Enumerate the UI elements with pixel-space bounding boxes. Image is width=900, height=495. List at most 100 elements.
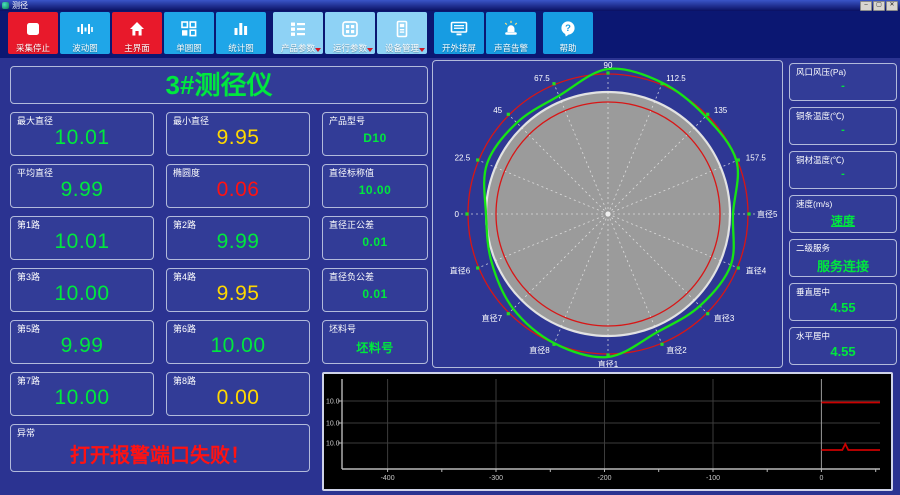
angle-label: 90 (604, 61, 613, 70)
cell-label: 直径正公差 (329, 220, 375, 230)
measurement-cell-直径正公差: 直径正公差 0.01 (322, 216, 428, 260)
cell-value: 坯料号 (356, 341, 394, 355)
status-value: 服务连接 (816, 259, 869, 274)
polar-chart-panel: 0 22.5 45 67.5 90 112.5 135 157.5 直径5 直径4 直径3 直径2 直径… (432, 60, 783, 369)
toolbar-button-label: 帮助 (559, 43, 577, 53)
close-button[interactable]: ✕ (886, 0, 898, 11)
angle-tick-marker (606, 71, 610, 75)
toolbar-button-label: 开外接屏 (441, 43, 476, 53)
measurement-cell-直径标称值: 直径标称值 10.00 (322, 164, 428, 208)
cell-label: 第7路 (17, 376, 41, 386)
angle-tick-marker (606, 353, 610, 357)
alarm-box: 异常 打开报警端口失败！ (10, 424, 310, 472)
cell-label: 直径负公差 (329, 272, 375, 282)
status-box-水平居中: 水平居中 4.55 (789, 327, 897, 365)
cell-value: 10.00 (210, 334, 266, 357)
toolbar-button-声音告警[interactable]: 声音告警 (486, 12, 536, 54)
toolbar-button-label: 声音告警 (493, 43, 528, 53)
toolbar-button-采集停止[interactable]: 采集停止 (8, 12, 58, 54)
y-axis-label: 10.0 (326, 421, 340, 428)
window-title: 测径 (12, 1, 28, 10)
angle-label: 直径2 (666, 345, 687, 355)
trend-chart-panel: 10.0 10.0 10.0 -400 -300 -200 -100 0 (322, 372, 893, 491)
alarm-label: 异常 (17, 428, 36, 438)
dropdown-arrow-icon[interactable] (315, 48, 321, 52)
alarm-message: 打开报警端口失败！ (70, 445, 250, 467)
cell-value: 0.00 (216, 386, 260, 409)
cell-value: 9.99 (60, 178, 104, 201)
cell-value: 10.01 (54, 230, 110, 253)
angle-label: 直径5 (757, 209, 778, 219)
measurement-cell-第3路: 第3路 10.00 (10, 268, 154, 312)
status-value: - (841, 124, 845, 136)
measurement-cell-第4路: 第4路 9.95 (166, 268, 310, 312)
maximize-button[interactable]: ▢ (873, 0, 885, 11)
window-controls: – ▢ ✕ (860, 0, 898, 11)
angle-tick-marker (660, 342, 664, 346)
dropdown-arrow-icon[interactable] (367, 48, 373, 52)
angle-label: 135 (714, 106, 728, 115)
x-axis-label: -100 (706, 475, 720, 482)
angle-tick-marker (660, 82, 664, 86)
x-axis-label: 0 (819, 475, 823, 482)
measurement-grid: 最大直径 10.01 最小直径 9.95 产品型号 D10 平均直径 9.99 椭圆度 0.06 直… (10, 112, 428, 416)
status-value[interactable]: 速度 (790, 212, 896, 229)
angle-label: 直径6 (450, 265, 471, 275)
siren-icon (502, 12, 520, 42)
tolerance-line (821, 441, 880, 451)
measurement-cell-第8路: 第8路 0.00 (166, 372, 310, 416)
toolbar-button-设备管理[interactable]: 设备管理 (377, 12, 427, 54)
angle-label: 0 (455, 210, 460, 219)
angle-tick-marker (552, 82, 556, 86)
minimize-button[interactable]: – (860, 0, 872, 11)
toolbar-button-开外接屏[interactable]: 开外接屏 (434, 12, 484, 54)
measurement-cell-第2路: 第2路 9.99 (166, 216, 310, 260)
status-value: 4.55 (830, 344, 856, 359)
bar-chart-icon (232, 12, 250, 42)
x-axis-label: -400 (381, 475, 395, 482)
status-label: 水平居中 (796, 331, 831, 341)
angle-label: 直径4 (746, 265, 767, 275)
measurement-cell-第7路: 第7路 10.00 (10, 372, 154, 416)
angle-tick-marker (706, 312, 710, 316)
measurement-cell-平均直径: 平均直径 9.99 (10, 164, 154, 208)
toolbar-button-主界面[interactable]: 主界面 (112, 12, 162, 54)
cell-value: 9.99 (216, 230, 260, 253)
toolbar-button-label: 产品参数 (280, 43, 315, 53)
toolbar-button-label: 单圆图 (176, 43, 202, 53)
angle-label: 直径1 (598, 359, 619, 367)
measurement-cell-第1路: 第1路 10.01 (10, 216, 154, 260)
status-label: 速度(m/s) (796, 199, 833, 209)
product-params-icon (289, 12, 307, 42)
angle-tick-marker (706, 112, 710, 116)
status-label: 二级服务 (796, 243, 831, 253)
cell-label: 最大直径 (17, 116, 54, 126)
cell-label: 坯料号 (329, 324, 357, 334)
toolbar-button-运行参数[interactable]: 运行参数 (325, 12, 375, 54)
status-value: - (841, 80, 845, 92)
status-value: 4.55 (830, 300, 856, 315)
angle-label: 直径7 (482, 313, 503, 323)
toolbar-button-帮助[interactable]: ? 帮助 (543, 12, 593, 54)
cell-value: 10.00 (54, 282, 110, 305)
waveform-icon (76, 12, 94, 42)
toolbar-button-波动图[interactable]: 波动图 (60, 12, 110, 54)
status-box-速度(m/s): 速度(m/s) 速度 (789, 195, 897, 233)
cell-label: 第4路 (173, 272, 197, 282)
toolbar-button-单圆图[interactable]: 单圆图 (164, 12, 214, 54)
status-box-垂直居中: 垂直居中 4.55 (789, 283, 897, 321)
trend-chart-svg: 10.0 10.0 10.0 -400 -300 -200 -100 0 (326, 379, 880, 482)
status-box-铜材温度(℃): 铜材温度(℃) - (789, 151, 897, 189)
dropdown-arrow-icon[interactable] (419, 48, 425, 52)
station-title-box: 3#测径仪 (10, 66, 428, 104)
toolbar-button-label: 采集停止 (15, 43, 50, 53)
measurement-cell-最小直径: 最小直径 9.95 (166, 112, 310, 156)
quad-chart-icon (180, 12, 198, 42)
angle-tick-marker (476, 158, 480, 162)
window-titlebar: 测径 – ▢ ✕ (0, 0, 900, 11)
toolbar-button-产品参数[interactable]: 产品参数 (273, 12, 323, 54)
y-axis-label: 10.0 (326, 441, 340, 448)
toolbar-button-统计图[interactable]: 统计图 (216, 12, 266, 54)
measurement-cell-直径负公差: 直径负公差 0.01 (322, 268, 428, 312)
cell-label: 平均直径 (17, 168, 54, 178)
